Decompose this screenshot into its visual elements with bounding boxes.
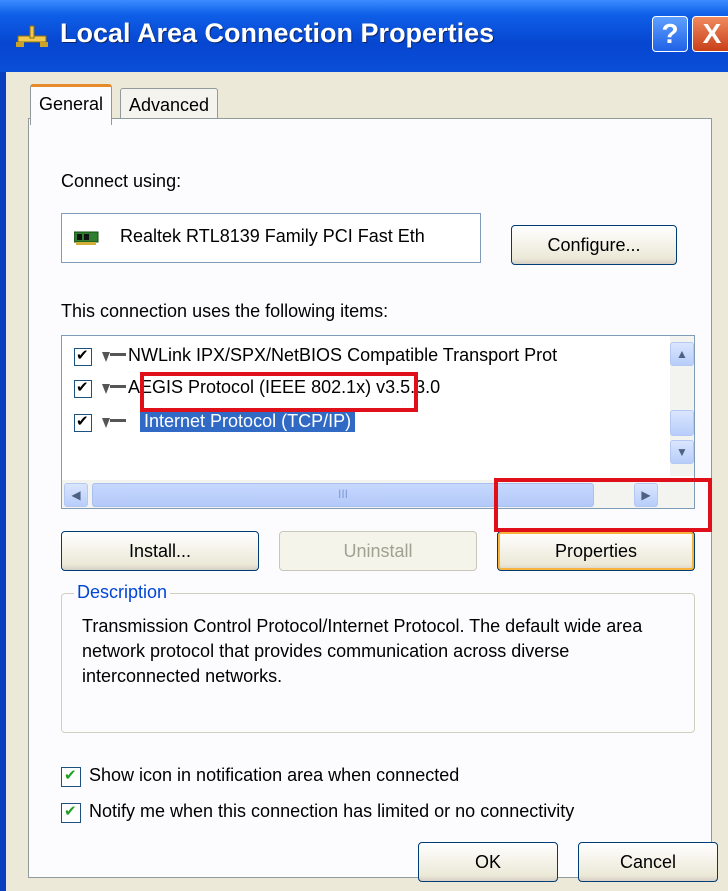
help-button[interactable]: ? — [652, 16, 688, 52]
close-button[interactable]: X — [692, 16, 728, 52]
vertical-scroll-thumb[interactable] — [670, 410, 694, 436]
dialog-client-area: General Advanced Connect using: Realtek … — [6, 72, 728, 891]
scroll-up-button[interactable]: ▲ — [670, 342, 694, 366]
notify-label: Notify me when this connection has limit… — [89, 801, 575, 821]
properties-button[interactable]: Properties — [497, 531, 695, 571]
item-checkbox[interactable] — [74, 412, 92, 432]
notify-checkbox[interactable] — [61, 802, 81, 823]
protocol-icon — [102, 418, 126, 428]
ok-button[interactable]: OK — [418, 842, 558, 882]
protocol-icon — [102, 384, 126, 394]
network-adapter-icon — [74, 231, 99, 245]
item-label: NWLink IPX/SPX/NetBIOS Compatible Transp… — [128, 345, 558, 365]
protocol-icon — [102, 352, 126, 362]
title-bar[interactable]: Local Area Connection Properties ? X — [0, 0, 728, 72]
uninstall-button[interactable]: Uninstall — [279, 531, 477, 571]
install-button[interactable]: Install... — [61, 531, 259, 571]
window-title: Local Area Connection Properties — [60, 18, 495, 48]
adapter-field: Realtek RTL8139 Family PCI Fast Eth — [61, 213, 481, 263]
description-title: Description — [74, 582, 171, 603]
description-group: Description Transmission Control Protoco… — [61, 582, 695, 733]
item-label: Internet Protocol (TCP/IP) — [140, 411, 356, 432]
items-label: This connection uses the following items… — [61, 301, 389, 321]
show-icon-checkbox[interactable] — [61, 766, 81, 787]
vertical-scrollbar[interactable]: ▲ ▼ — [670, 336, 694, 476]
properties-dialog: Local Area Connection Properties ? X Gen… — [0, 0, 728, 891]
tab-general[interactable]: General — [30, 84, 113, 125]
tcpip-highlight-box — [140, 372, 418, 412]
configure-button[interactable]: Configure... — [511, 225, 677, 265]
show-icon-label: Show icon in notification area when conn… — [89, 765, 460, 785]
item-checkbox[interactable] — [74, 378, 92, 398]
properties-highlight-box — [494, 478, 712, 532]
tab-advanced[interactable]: Advanced — [120, 88, 219, 121]
list-item-selected[interactable]: Internet Protocol (TCP/IP) — [62, 408, 662, 438]
scroll-down-button[interactable]: ▼ — [670, 440, 694, 464]
cancel-button[interactable]: Cancel — [578, 842, 718, 882]
item-checkbox[interactable] — [74, 346, 92, 366]
network-connection-icon — [16, 25, 48, 47]
description-text: Transmission Control Protocol/Internet P… — [82, 616, 643, 686]
scroll-left-button[interactable]: ◀ — [64, 483, 88, 507]
adapter-name: Realtek RTL8139 Family PCI Fast Eth — [120, 226, 425, 246]
connect-using-label: Connect using: — [61, 171, 182, 191]
list-item[interactable]: NWLink IPX/SPX/NetBIOS Compatible Transp… — [62, 342, 662, 372]
